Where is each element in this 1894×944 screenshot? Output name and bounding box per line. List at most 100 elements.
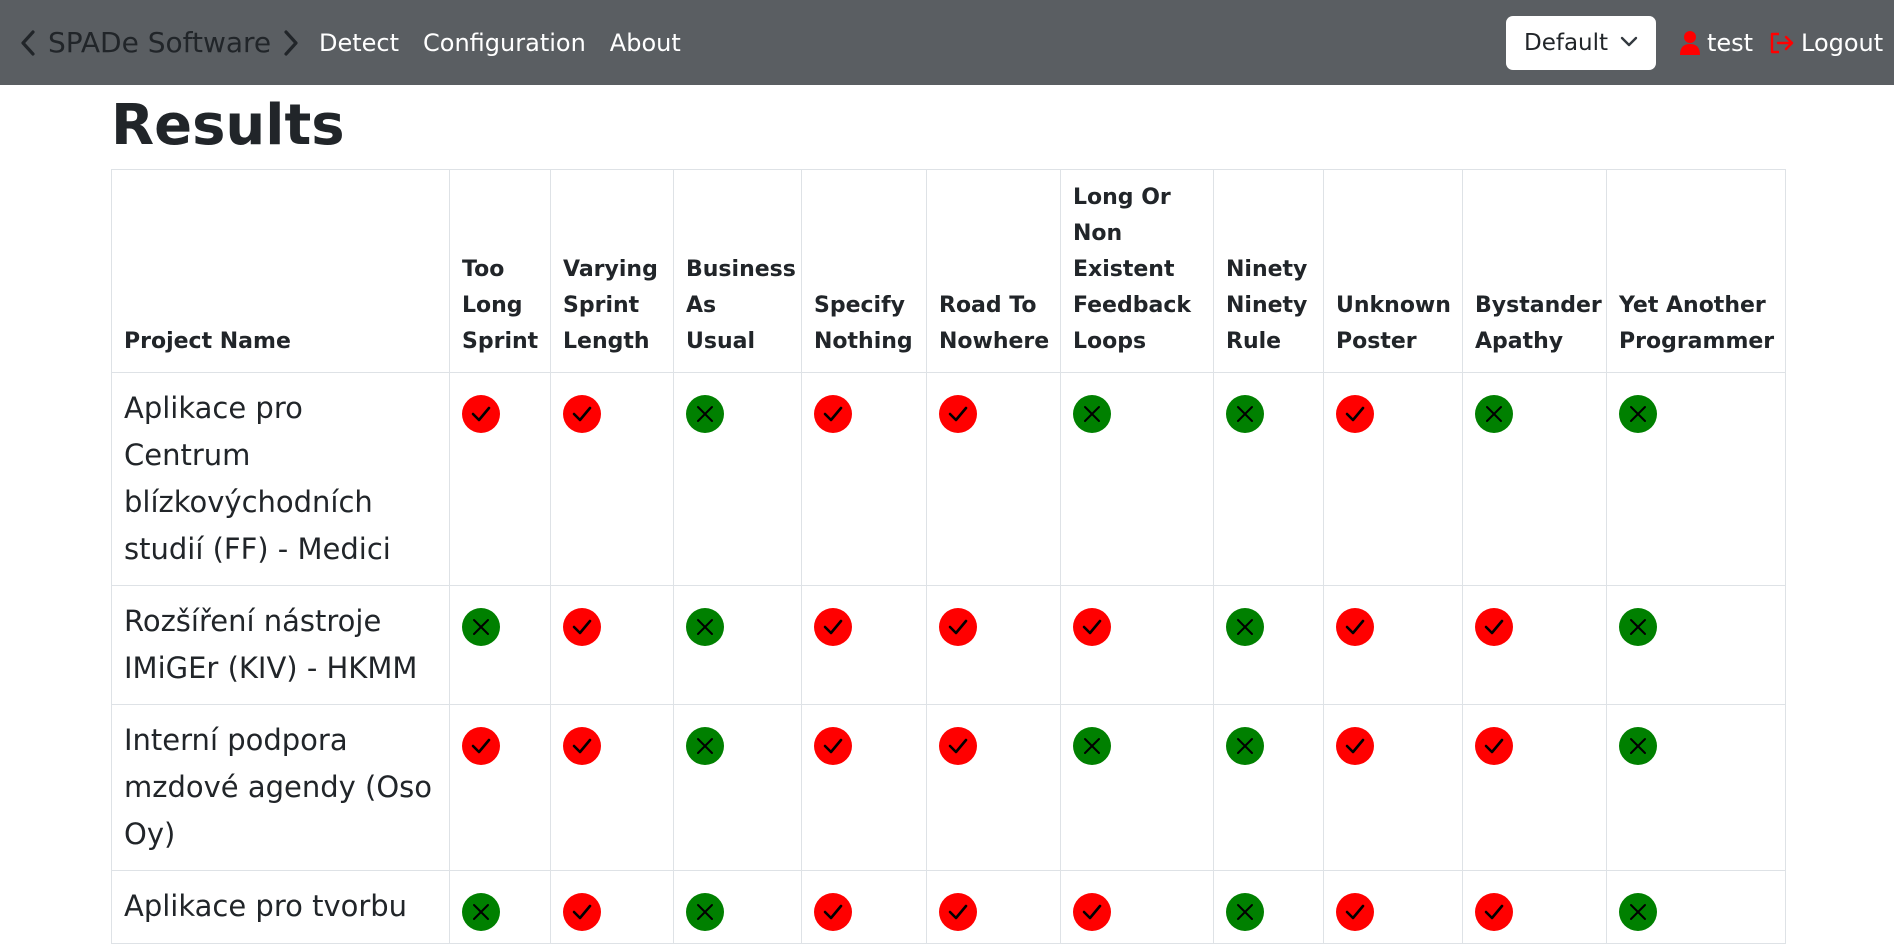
result-cell: [449, 704, 551, 871]
check-circle-icon: [563, 608, 601, 646]
project-name-cell: Aplikace pro Centrum blízkovýchodních st…: [111, 372, 450, 586]
project-name-cell: Interní podpora mzdové agendy (Oso Oy): [111, 704, 450, 871]
result-cell: [1606, 870, 1786, 944]
x-circle-icon: [1619, 893, 1657, 931]
nav-link-detect[interactable]: Detect: [319, 29, 399, 57]
result-cell: [1213, 870, 1324, 944]
check-circle-icon: [563, 727, 601, 765]
result-cell: [1462, 372, 1607, 586]
result-cell: [673, 704, 802, 871]
check-circle-icon: [1336, 893, 1374, 931]
x-circle-icon: [686, 608, 724, 646]
x-circle-icon: [1073, 395, 1111, 433]
result-cell: [801, 704, 927, 871]
check-circle-icon: [814, 395, 852, 433]
user-name: test: [1707, 28, 1754, 57]
check-circle-icon: [939, 608, 977, 646]
result-cell: [673, 585, 802, 705]
chevron-right-icon: [284, 29, 298, 56]
x-circle-icon: [686, 893, 724, 931]
result-cell: [673, 870, 802, 944]
x-circle-icon: [1226, 727, 1264, 765]
check-circle-icon: [563, 893, 601, 931]
result-cell: [926, 585, 1061, 705]
brand-link[interactable]: SPADe Software: [16, 0, 303, 85]
header-project-name: Project Name: [111, 169, 450, 373]
logout-link[interactable]: Logout: [1769, 0, 1883, 85]
table-row: Aplikace pro tvorbu: [111, 870, 1786, 944]
logout-label: Logout: [1801, 28, 1884, 57]
result-cell: [926, 704, 1061, 871]
result-cell: [1462, 585, 1607, 705]
result-cell: [1323, 704, 1463, 871]
project-name-cell: Aplikace pro tvorbu: [111, 870, 450, 944]
result-cell: [1606, 585, 1786, 705]
check-circle-icon: [1073, 893, 1111, 931]
header-road-to-nowhere: Road To Nowhere: [926, 169, 1061, 373]
header-too-long-sprint: Too Long Sprint: [449, 169, 551, 373]
check-circle-icon: [814, 608, 852, 646]
result-cell: [449, 585, 551, 705]
results-table-body: Aplikace pro Centrum blízkovýchodních st…: [111, 372, 1786, 944]
header-specify-nothing: Specify Nothing: [801, 169, 927, 373]
result-cell: [1462, 870, 1607, 944]
results-table-head: Project Name Too Long Sprint Varying Spr…: [111, 169, 1786, 373]
page-title: Results: [111, 93, 345, 158]
check-circle-icon: [462, 727, 500, 765]
check-circle-icon: [939, 727, 977, 765]
x-circle-icon: [1475, 395, 1513, 433]
result-cell: [449, 870, 551, 944]
nav-link-about[interactable]: About: [610, 29, 681, 57]
result-cell: [1213, 372, 1324, 586]
x-circle-icon: [1226, 608, 1264, 646]
result-cell: [673, 372, 802, 586]
result-cell: [1060, 372, 1214, 586]
configuration-select-value: Default: [1524, 30, 1609, 56]
check-circle-icon: [1475, 608, 1513, 646]
result-cell: [550, 585, 674, 705]
logout-icon: [1770, 32, 1794, 53]
x-circle-icon: [1226, 893, 1264, 931]
x-circle-icon: [1226, 395, 1264, 433]
x-circle-icon: [1619, 608, 1657, 646]
result-cell: [1606, 704, 1786, 871]
result-cell: [1060, 585, 1214, 705]
result-cell: [1213, 704, 1324, 871]
check-circle-icon: [462, 395, 500, 433]
check-circle-icon: [939, 395, 977, 433]
check-circle-icon: [1336, 608, 1374, 646]
check-circle-icon: [1073, 608, 1111, 646]
header-unknown-poster: Unknown Poster: [1323, 169, 1463, 373]
table-row: Interní podpora mzdové agendy (Oso Oy): [111, 704, 1786, 871]
header-varying-sprint-length: Varying Sprint Length: [550, 169, 674, 373]
x-circle-icon: [1073, 727, 1111, 765]
chevron-down-icon: [1620, 36, 1638, 47]
header-row: Project Name Too Long Sprint Varying Spr…: [111, 169, 1786, 373]
result-cell: [1060, 870, 1214, 944]
result-cell: [1323, 372, 1463, 586]
check-circle-icon: [1336, 727, 1374, 765]
results-table-wrap: Project Name Too Long Sprint Varying Spr…: [111, 169, 1786, 944]
result-cell: [550, 870, 674, 944]
check-circle-icon: [1475, 893, 1513, 931]
header-business-as-usual: Business As Usual: [673, 169, 802, 373]
x-circle-icon: [686, 395, 724, 433]
project-name-cell: Rozšíření nástroje IMiGEr (KIV) - HKMM: [111, 585, 450, 705]
result-cell: [1323, 870, 1463, 944]
user-link[interactable]: test: [1679, 0, 1753, 85]
header-feedback-loops: Long Or Non Existent Feedback Loops: [1060, 169, 1214, 373]
table-row: Aplikace pro Centrum blízkovýchodních st…: [111, 372, 1786, 586]
x-circle-icon: [686, 727, 724, 765]
check-circle-icon: [814, 893, 852, 931]
result-cell: [1213, 585, 1324, 705]
result-cell: [1060, 704, 1214, 871]
check-circle-icon: [563, 395, 601, 433]
configuration-select[interactable]: Default: [1506, 16, 1656, 70]
brand-name: SPADe Software: [48, 26, 272, 59]
chevron-left-icon: [21, 29, 35, 56]
nav-links: Detect Configuration About: [319, 0, 705, 85]
header-ninety-ninety-rule: Ninety Ninety Rule: [1213, 169, 1324, 373]
check-circle-icon: [814, 727, 852, 765]
nav-link-configuration[interactable]: Configuration: [423, 29, 586, 57]
result-cell: [550, 372, 674, 586]
